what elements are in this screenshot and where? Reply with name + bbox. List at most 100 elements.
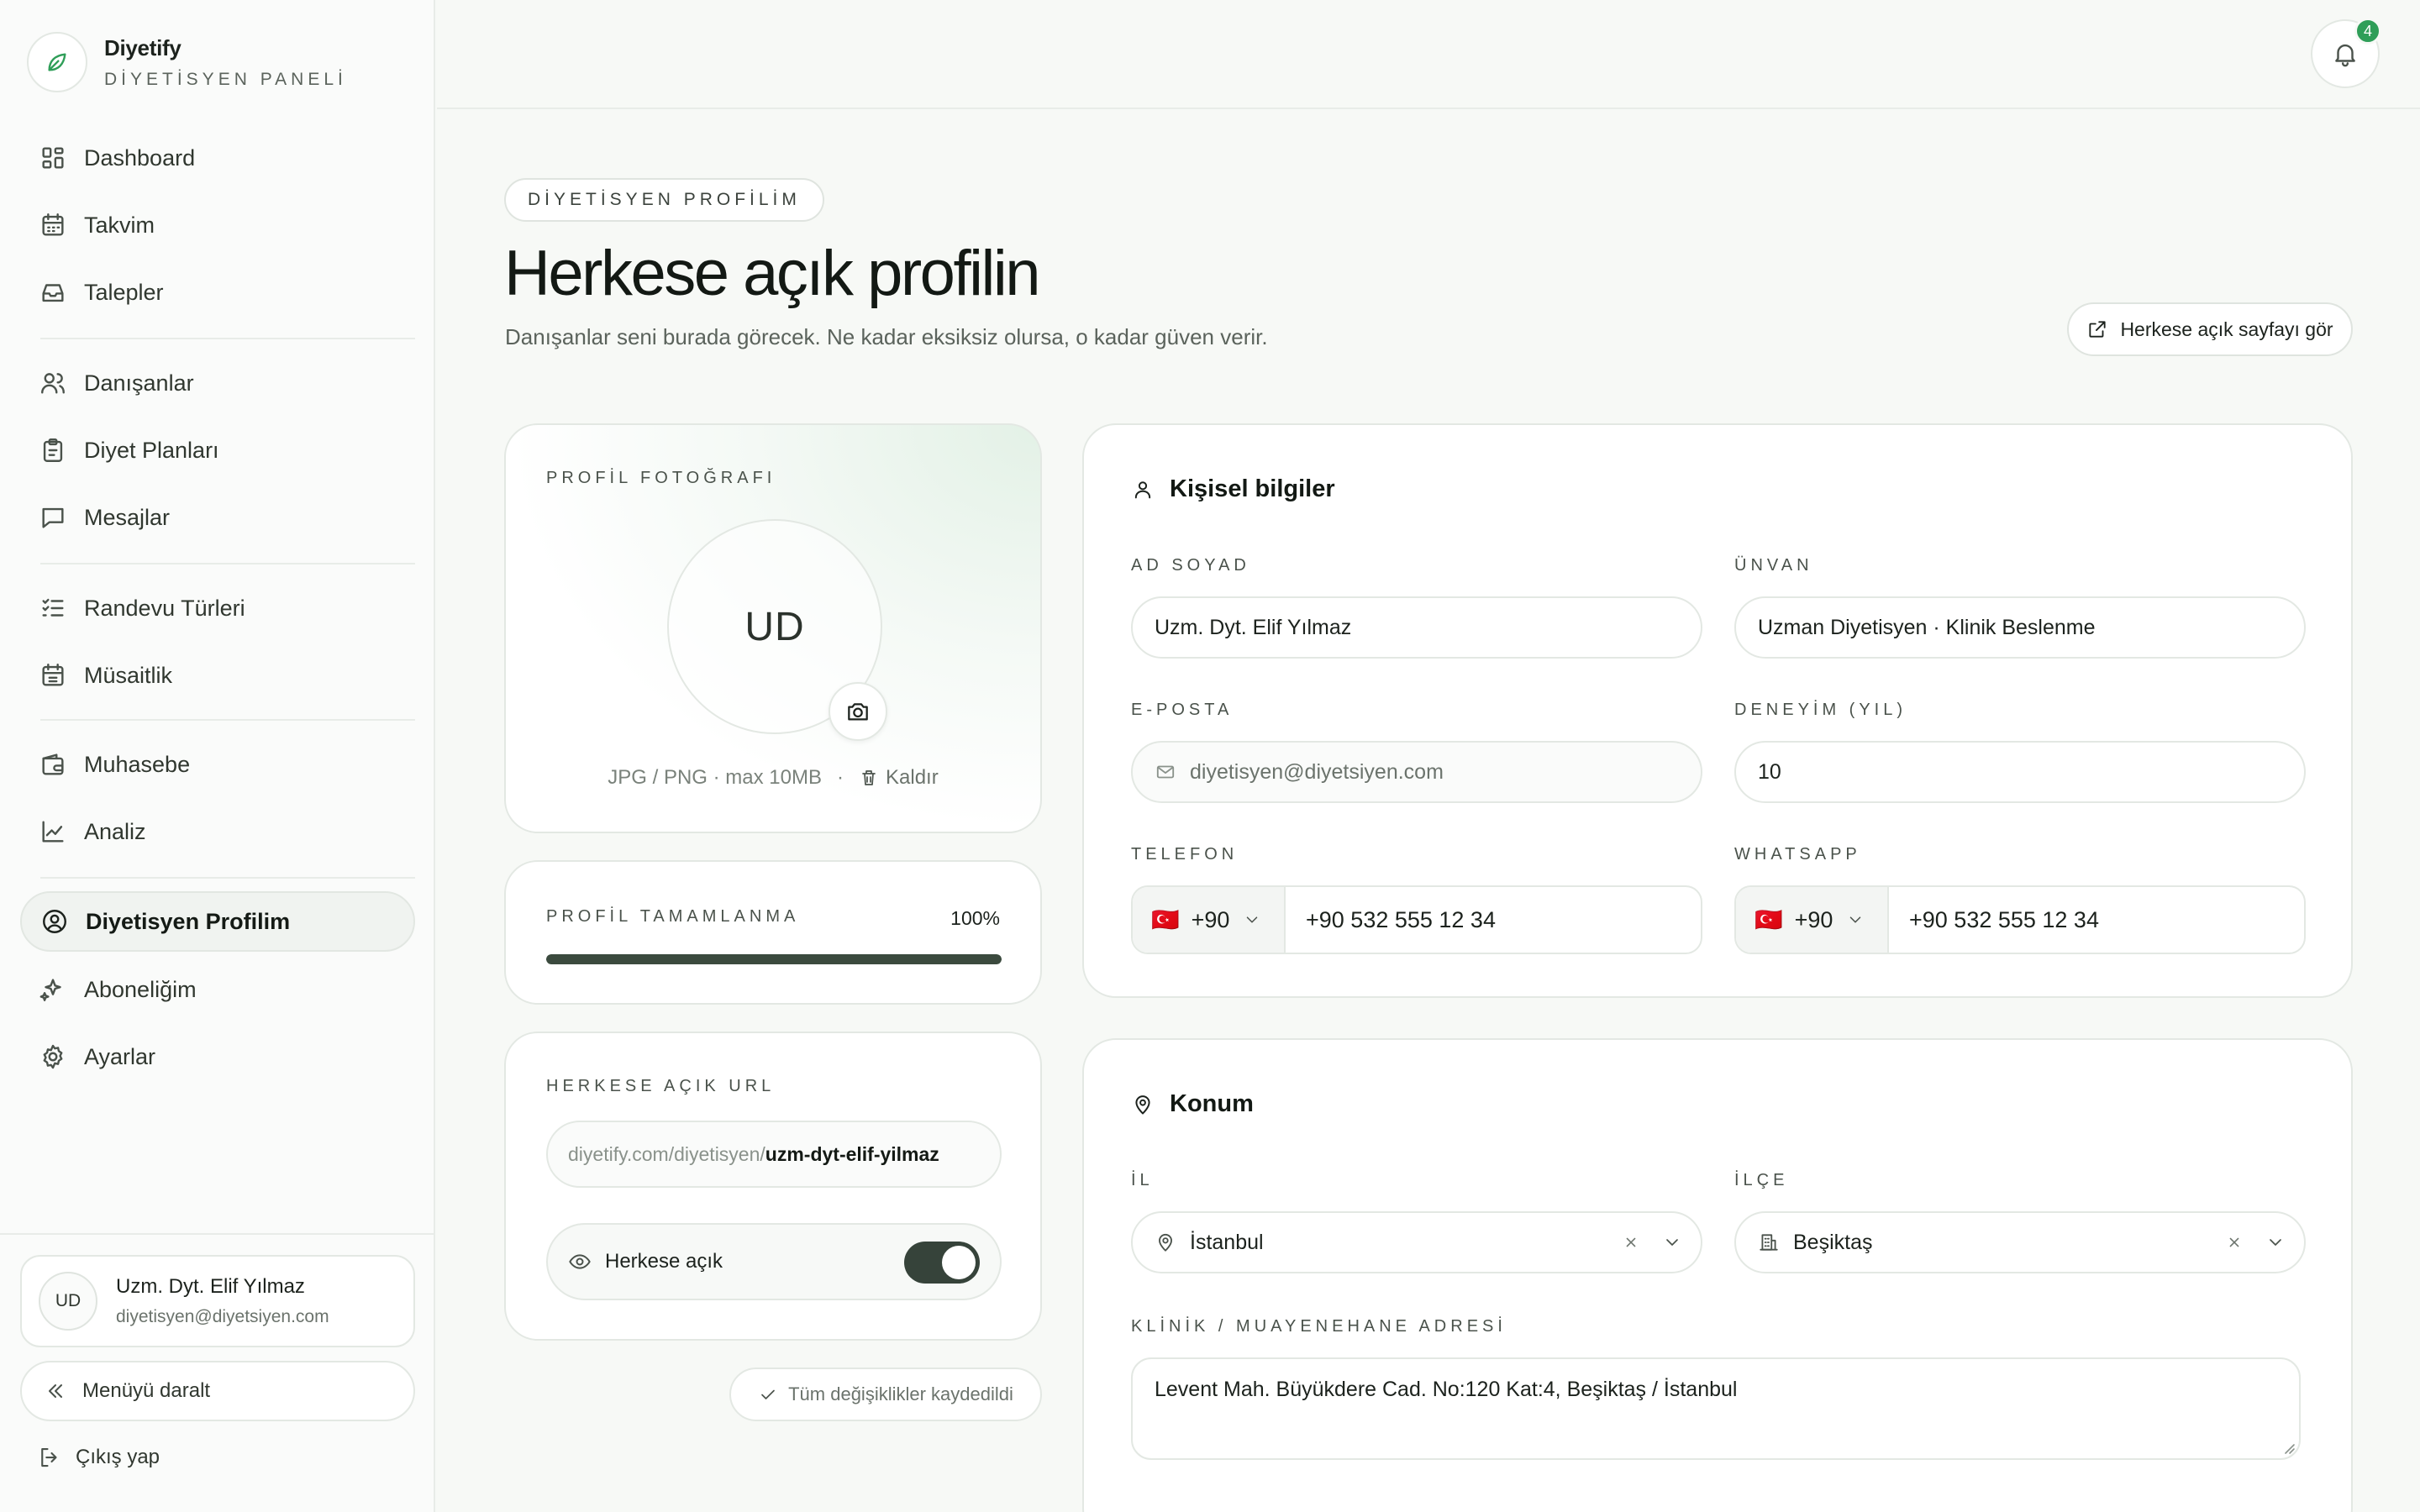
district-select[interactable]: Beşiktaş: [1734, 1211, 2306, 1273]
nav-divider: [40, 338, 415, 339]
whatsapp-field: 🇹🇷 +90 +90 532 555 12 34: [1734, 885, 2306, 954]
resize-handle-icon[interactable]: [2281, 1440, 2296, 1455]
city-label: İL: [1131, 1171, 1154, 1189]
sidebar-item-talepler[interactable]: Talepler: [20, 262, 415, 323]
sparkles-icon: [39, 979, 61, 1001]
sidebar-item-randevu-turleri[interactable]: Randevu Türleri: [20, 578, 415, 638]
sidebar-item-label: Muhasebe: [84, 751, 191, 777]
page-subtitle: Danışanlar seni burada görecek. Ne kadar…: [505, 324, 1268, 349]
turkey-flag-icon: 🇹🇷: [1151, 907, 1181, 932]
district-label: İLÇE: [1734, 1171, 1789, 1189]
email-field[interactable]: diyetisyen@diyetsiyen.com: [1131, 741, 1702, 803]
location-title-row: Konum: [1131, 1090, 1254, 1118]
chevron-down-icon: [1850, 916, 1861, 923]
professional-title-field[interactable]: Uzman Diyetisyen · Klinik Beslenme: [1734, 596, 2306, 659]
sidebar-item-muhasebe[interactable]: Muhasebe: [20, 734, 415, 795]
user-icon: [1134, 480, 1151, 498]
dashboard-icon: [42, 147, 64, 169]
experience-value: 10: [1758, 759, 1781, 784]
whatsapp-number-input[interactable]: +90 532 555 12 34: [1889, 907, 2099, 933]
notifications-button[interactable]: 4: [2311, 18, 2381, 88]
users-icon: [41, 373, 65, 394]
list-check-icon: [42, 598, 64, 617]
chevron-down-icon[interactable]: [1662, 1232, 1682, 1252]
city-select[interactable]: İstanbul: [1131, 1211, 1702, 1273]
whatsapp-country-code: +90: [1794, 906, 1833, 932]
whatsapp-country-select[interactable]: 🇹🇷 +90: [1736, 887, 1889, 953]
district-value: Beşiktaş: [1793, 1230, 1873, 1254]
public-url-field[interactable]: diyetify.com/diyetisyen/ uzm-dyt-elif-yi…: [546, 1121, 1002, 1188]
public-visibility-row: Herkese açık: [546, 1223, 1002, 1300]
photo-format-hint: JPG / PNG · max 10MB: [608, 766, 822, 789]
upload-photo-button[interactable]: [829, 682, 887, 741]
clear-icon[interactable]: [2225, 1233, 2244, 1252]
sidebar-item-danisanlar[interactable]: Danışanlar: [20, 353, 415, 413]
leaf-logo-icon: [27, 32, 87, 92]
public-url-slug: uzm-dyt-elif-yilmaz: [765, 1142, 939, 1165]
check-icon: [761, 1389, 775, 1399]
sidebar-item-musaitlik[interactable]: Müsaitlik: [20, 645, 415, 706]
phone-country-select[interactable]: 🇹🇷 +90: [1133, 887, 1286, 953]
sidebar-item-analiz[interactable]: Analiz: [20, 801, 415, 862]
sidebar-item-label: Dashboard: [84, 144, 196, 171]
experience-field[interactable]: 10: [1734, 741, 2306, 803]
user-email: diyetisyen@diyetsiyen.com: [116, 1307, 329, 1326]
public-url-label: HERKESE AÇIK URL: [546, 1077, 776, 1095]
personal-info-title: Kişisel bilgiler: [1170, 475, 1335, 502]
professional-title-value: Uzman Diyetisyen · Klinik Beslenme: [1758, 615, 2096, 639]
user-name: Uzm. Dyt. Elif Yılmaz: [116, 1275, 305, 1298]
sidebar-item-label: Mesajlar: [84, 504, 171, 530]
sidebar-item-label: Danışanlar: [84, 370, 194, 396]
save-status-label: Tüm değişiklikler kaydedildi: [788, 1383, 1013, 1404]
phone-country-code: +90: [1191, 906, 1230, 932]
sidebar-item-mesajlar[interactable]: Mesajlar: [20, 487, 415, 548]
save-status-badge: Tüm değişiklikler kaydedildi: [729, 1368, 1042, 1421]
chart-line-icon: [42, 821, 64, 843]
map-pin-icon: [1135, 1095, 1150, 1114]
view-public-page-label: Herkese açık sayfayı gör: [2120, 318, 2333, 340]
logout-label: Çıkış yap: [76, 1446, 160, 1468]
full-name-field[interactable]: Uzm. Dyt. Elif Yılmaz: [1131, 596, 1702, 659]
public-url-card: HERKESE AÇIK URL diyetify.com/diyetisyen…: [504, 1032, 1042, 1341]
logout-button[interactable]: Çıkış yap: [37, 1445, 160, 1470]
nav-divider: [40, 719, 415, 721]
sidebar-item-label: Talepler: [84, 279, 164, 305]
calendar-grid-icon: [42, 664, 64, 686]
sidebar-item-label: Ayarlar: [84, 1043, 156, 1069]
profile-completion-label: PROFİL TAMAMLANMA: [546, 907, 800, 926]
topbar: 4: [437, 0, 2420, 109]
turkey-flag-icon: 🇹🇷: [1754, 907, 1785, 932]
clear-icon[interactable]: [1622, 1233, 1640, 1252]
sidebar-item-ayarlar[interactable]: Ayarlar: [20, 1026, 415, 1087]
personal-info-title-row: Kişisel bilgiler: [1131, 475, 1335, 503]
view-public-page-button[interactable]: Herkese açık sayfayı gör: [2067, 302, 2353, 356]
bell-icon: [2335, 44, 2355, 67]
brand-name: Diyetify: [104, 34, 182, 60]
sidebar-item-label: Diyet Planları: [84, 437, 219, 463]
camera-icon: [848, 703, 868, 721]
sidebar-item-takvim[interactable]: Takvim: [20, 195, 415, 255]
sidebar-item-diyet-planlari[interactable]: Diyet Planları: [20, 420, 415, 480]
collapse-menu-button[interactable]: Menüyü daralt: [20, 1361, 415, 1421]
collapse-menu-label: Menüyü daralt: [82, 1379, 211, 1402]
chevron-down-icon[interactable]: [2265, 1232, 2286, 1252]
sidebar-item-aboneligim[interactable]: Aboneliğim: [20, 959, 415, 1020]
profile-completion-fill: [546, 954, 1002, 964]
brand[interactable]: Diyetify DİYETİSYEN PANELİ: [27, 32, 347, 92]
sidebar-item-label: Müsaitlik: [84, 662, 173, 688]
full-name-label: AD SOYAD: [1131, 556, 1250, 575]
phone-number-input[interactable]: +90 532 555 12 34: [1286, 907, 1496, 933]
logout-icon: [41, 1447, 57, 1467]
sidebar-item-dashboard[interactable]: Dashboard: [20, 128, 415, 188]
sidebar: Diyetify DİYETİSYEN PANELİ Dashboard Tak…: [0, 0, 435, 1512]
page-eyebrow: DİYETİSYEN PROFİLİM: [504, 178, 824, 222]
remove-photo-button[interactable]: Kaldır: [859, 766, 939, 790]
experience-label: DENEYİM (YIL): [1734, 701, 1907, 719]
message-icon: [42, 507, 64, 528]
public-visibility-toggle[interactable]: [904, 1242, 980, 1284]
location-card: Konum İL İstanbul İLÇE Beşiktaş KLİNİK /…: [1082, 1038, 2353, 1512]
address-textarea[interactable]: Levent Mah. Büyükdere Cad. No:120 Kat:4,…: [1131, 1357, 2301, 1460]
sidebar-item-diyetisyen-profilim[interactable]: Diyetisyen Profilim: [20, 891, 415, 952]
email-value: diyetisyen@diyetsiyen.com: [1190, 759, 1444, 784]
user-card[interactable]: UD Uzm. Dyt. Elif Yılmaz diyetisyen@diye…: [20, 1255, 415, 1347]
